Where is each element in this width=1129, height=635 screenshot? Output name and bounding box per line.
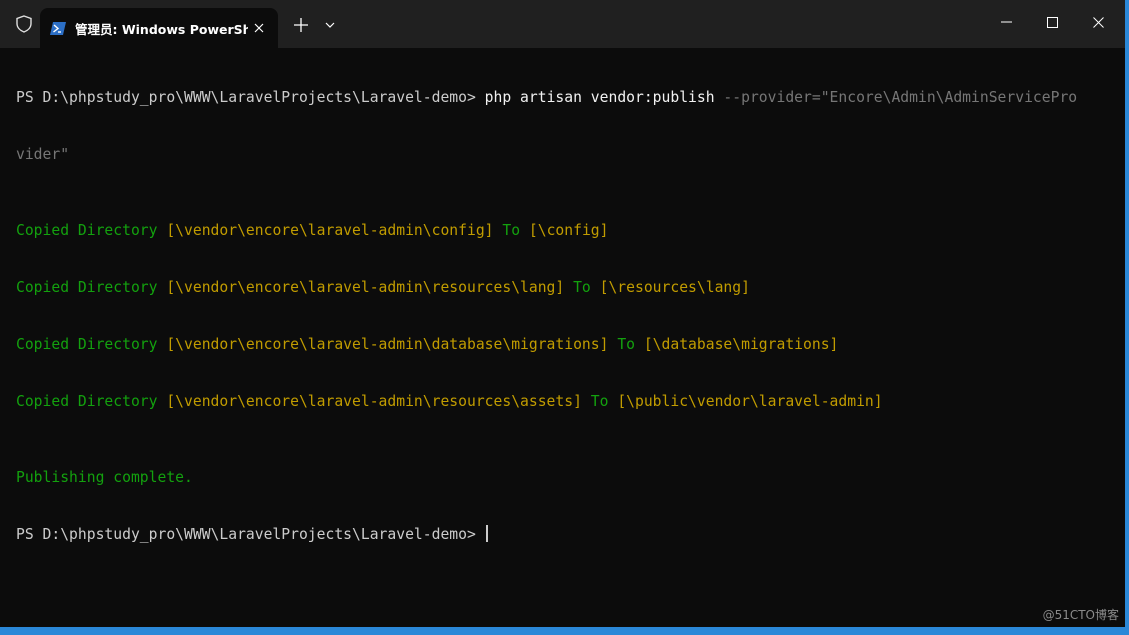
to-word: To	[573, 279, 591, 296]
to-word: To	[502, 222, 521, 239]
watermark: @51CTO博客	[1042, 608, 1119, 622]
copied-label: Copied Directory	[16, 393, 158, 410]
copied-from: [\vendor\encore\laravel-admin\resources\…	[166, 393, 582, 410]
text-cursor	[485, 525, 488, 542]
copied-from: [\vendor\encore\laravel-admin\database\m…	[166, 336, 609, 353]
command: php	[484, 89, 512, 106]
copied-from: [\vendor\encore\laravel-admin\config]	[166, 222, 494, 239]
final-prompt-line[interactable]: PS D:\phpstudy_pro\WWW\LaravelProjects\L…	[16, 525, 1106, 544]
chevron-down-icon[interactable]	[318, 12, 342, 38]
copied-to: [\public\vendor\laravel-admin]	[617, 393, 883, 410]
minimize-icon[interactable]	[982, 0, 1030, 44]
complete-line: Publishing complete.	[16, 468, 1106, 487]
to-word: To	[590, 393, 609, 410]
output-line: Copied Directory [\vendor\encore\laravel…	[16, 392, 1106, 411]
terminal-window: 管理员: Windows PowerShell PS D:\phpstudy_p…	[0, 0, 1129, 635]
to-word: To	[617, 336, 635, 353]
command-param: --provider="Encore\Admin\AdminServicePro	[714, 89, 1078, 106]
copied-to: [\database\migrations]	[643, 336, 839, 353]
copied-from: [\vendor\encore\laravel-admin\resources\…	[166, 279, 565, 296]
final-prompt: PS D:\phpstudy_pro\WWW\LaravelProjects\L…	[16, 526, 485, 543]
shield-icon	[14, 14, 34, 34]
output-line: Copied Directory [\vendor\encore\laravel…	[16, 278, 1106, 297]
copied-label: Copied Directory	[16, 222, 158, 239]
copied-label: Copied Directory	[16, 336, 158, 353]
output-line: Copied Directory [\vendor\encore\laravel…	[16, 335, 1106, 354]
copied-to: [\resources\lang]	[599, 279, 750, 296]
copied-to: [\config]	[528, 222, 609, 239]
command-line: PS D:\phpstudy_pro\WWW\LaravelProjects\L…	[16, 88, 1106, 107]
tab-powershell[interactable]: 管理员: Windows PowerShell	[40, 8, 278, 48]
command-args: artisan vendor:publish	[511, 89, 715, 106]
title-bar[interactable]: 管理员: Windows PowerShell	[0, 0, 1125, 48]
close-icon[interactable]	[248, 17, 270, 39]
complete-message: Publishing complete.	[16, 469, 193, 486]
output-line: Copied Directory [\vendor\encore\laravel…	[16, 221, 1106, 240]
terminal-output[interactable]: PS D:\phpstudy_pro\WWW\LaravelProjects\L…	[16, 50, 1106, 582]
copied-label: Copied Directory	[16, 279, 158, 296]
command-param-wrap: vider"	[16, 146, 70, 163]
powershell-icon	[50, 21, 66, 35]
command-line-wrap: vider"	[16, 145, 1106, 164]
maximize-icon[interactable]	[1028, 0, 1076, 44]
tab-title: 管理员: Windows PowerShell	[75, 21, 248, 37]
plus-icon[interactable]	[288, 12, 314, 38]
prompt: PS D:\phpstudy_pro\WWW\LaravelProjects\L…	[16, 89, 485, 106]
close-icon[interactable]	[1074, 0, 1122, 44]
